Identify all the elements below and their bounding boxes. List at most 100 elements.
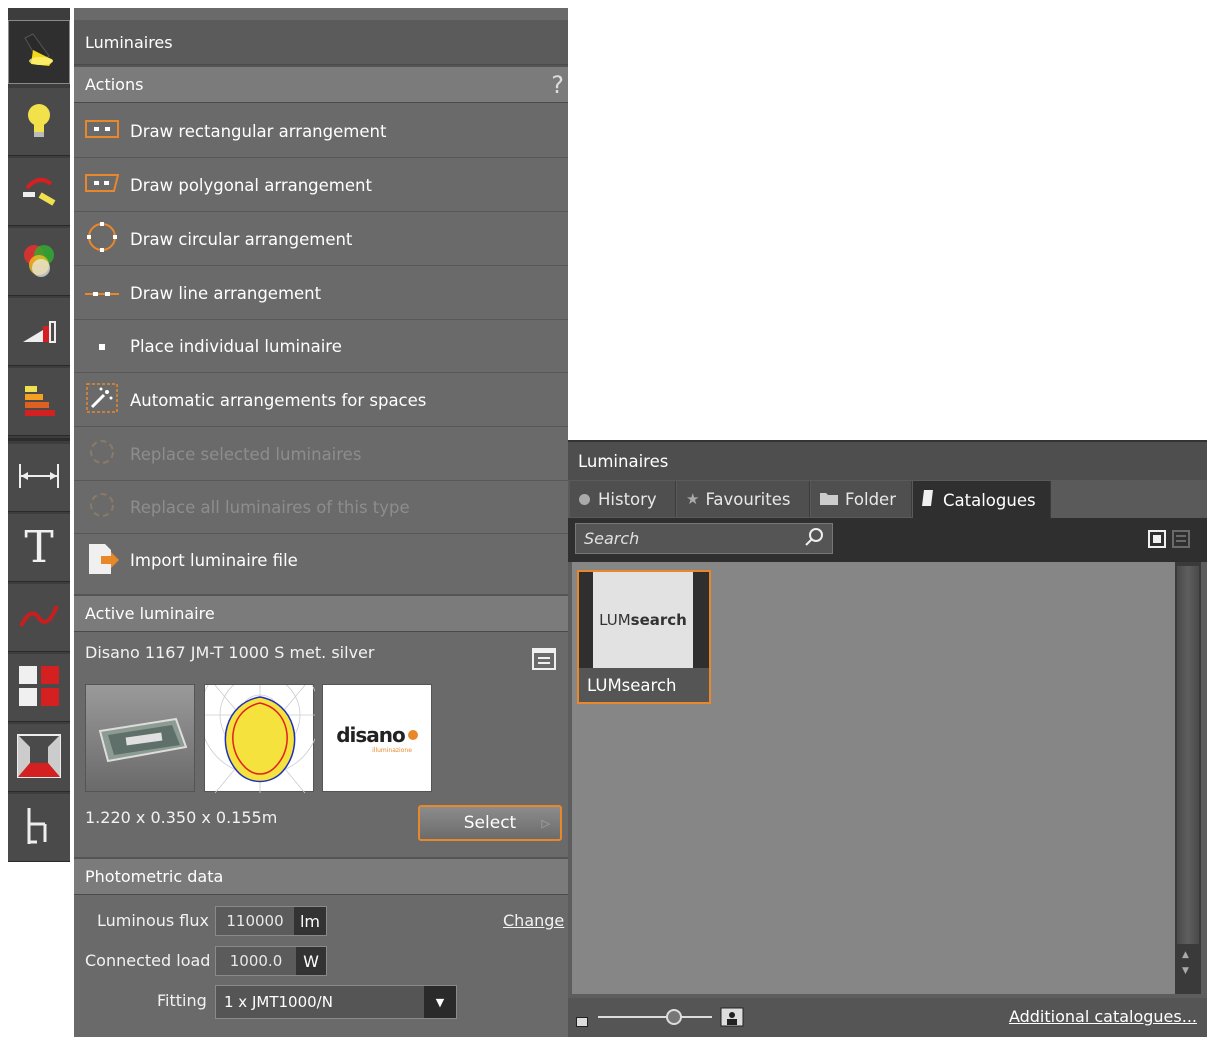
help-icon[interactable]: ? [551,71,568,99]
logo-subtext: illuminazione [372,746,412,754]
calculation-icon [19,310,59,354]
logo-text: disano [336,722,406,747]
energy-tool-button[interactable] [8,368,70,436]
dimension-icon [16,456,62,500]
manufacturer-logo[interactable]: disano illuminazione [322,684,432,792]
action-label: Draw circular arrangement [130,229,353,249]
grid-icon [17,664,61,712]
tab-history[interactable]: History [570,481,676,517]
tool-rail: T [8,8,70,862]
action-label: Automatic arrangements for spaces [130,390,427,410]
datasheet-icon[interactable] [530,648,558,676]
tab-label: Folder [845,489,896,509]
actions-header: Actions ? [74,65,568,103]
action-replace-selected[interactable]: Replace selected luminaires [74,428,568,481]
vertical-scrollbar[interactable]: ▲ ▼ [1175,562,1201,994]
room-tool-button[interactable] [8,724,70,792]
action-draw-rectangular[interactable]: Draw rectangular arrangement [74,105,568,158]
light-distribution-diagram[interactable] [199,654,321,794]
small-thumbnail-icon[interactable] [576,1012,588,1031]
text-tool-button[interactable]: T [8,514,70,582]
action-label: Draw line arrangement [130,283,322,303]
action-draw-polygonal[interactable]: Draw polygonal arrangement [74,159,568,212]
catalogue-item-label: LUMsearch [587,675,677,695]
fitting-dropdown[interactable]: 1 x JMT1000/N ▼ [215,985,457,1019]
catalogue-panel-title-text: Luminaires [578,451,669,471]
replace-icon [87,437,117,471]
active-luminaire-name: Disano 1167 JM-T 1000 S met. silver [85,643,375,662]
action-draw-circular[interactable]: Draw circular arrangement [74,213,568,266]
zoom-slider-handle[interactable] [666,1009,682,1025]
list-view-icon[interactable] [1172,530,1190,552]
curve-icon [17,596,61,640]
luminous-flux-label: Luminous flux [97,911,209,930]
light-scene-icon [19,170,59,214]
action-label: Draw rectangular arrangement [130,121,387,141]
luminaire-photo[interactable] [85,684,195,792]
tree-tool-button[interactable] [8,794,70,862]
logo-dot [407,729,418,740]
connected-load-unit: W [296,947,326,975]
catalogue-footer: Additional catalogues... [568,998,1207,1037]
catalogue-item-caption: LUMsearch [579,668,709,702]
scrollbar-thumb[interactable] [1177,566,1199,944]
color-icon [19,240,59,284]
connected-load-field[interactable]: 1000.0 W [215,946,327,976]
connected-load-label: Connected load [85,951,211,970]
history-icon [579,493,590,505]
additional-catalogues-link[interactable]: Additional catalogues... [1009,1007,1197,1026]
luminaire-spot-icon [19,30,59,74]
luminaires-panel: Luminaires Actions ? Draw rectangular ar… [74,8,568,1037]
color-tool-button[interactable] [8,228,70,296]
single-luminaire-icon [97,337,107,356]
scroll-down-icon[interactable]: ▼ [1182,966,1189,976]
zoom-slider-track[interactable] [598,1016,712,1018]
search-input[interactable]: Search [575,523,833,554]
action-draw-line[interactable]: Draw line arrangement [74,267,568,320]
calculation-tool-button[interactable] [8,298,70,366]
action-replace-all[interactable]: Replace all luminaires of this type [74,481,568,534]
catalogue-icon [922,490,933,510]
luminous-flux-field[interactable]: 110000 lm [215,906,327,936]
luminaires-tool-button[interactable] [8,20,70,84]
magic-wand-icon [86,383,118,417]
search-icon[interactable] [804,527,832,551]
select-button[interactable]: Select ▷ [418,805,562,841]
luminaire-dimensions: 1.220 x 0.350 x 0.155m [85,808,278,827]
active-luminaire-header-text: Active luminaire [85,604,215,623]
tab-label: Favourites [705,489,791,509]
text-icon: T [24,522,54,573]
action-label: Place individual luminaire [130,336,342,356]
tab-favourites[interactable]: ★ Favourites [677,481,810,517]
tab-catalogues[interactable]: Catalogues [913,481,1051,519]
replace-all-icon [87,490,117,524]
large-thumbnail-icon[interactable] [720,1007,744,1031]
tab-folder[interactable]: Folder [811,481,912,517]
catalogue-item-lumsearch[interactable]: LUM search LUMsearch [577,570,711,704]
change-link[interactable]: Change [503,911,564,930]
catalogue-panel: Luminaires History ★ Favourites Folder C… [568,440,1207,1037]
tab-label: History [598,489,657,509]
polygonal-arrangement-icon [85,173,120,197]
energy-icon [19,380,59,424]
panel-title-text: Luminaires [85,32,173,52]
scroll-up-icon[interactable]: ▲ [1182,950,1189,960]
photometric-header-text: Photometric data [85,867,224,886]
actions-header-text: Actions [85,75,144,94]
star-icon: ★ [686,490,700,508]
grid-tool-button[interactable] [8,654,70,722]
luminous-flux-value: 110000 [226,912,284,930]
panel-title: Luminaires [74,20,568,65]
grid-view-icon[interactable] [1148,530,1166,552]
active-luminaire-header: Active luminaire [74,594,568,632]
light-bulb-icon [21,100,57,144]
photometric-header: Photometric data [74,857,568,895]
action-import-file[interactable]: Import luminaire file [74,534,568,587]
light-bulb-tool-button[interactable] [8,88,70,156]
action-place-individual[interactable]: Place individual luminaire [74,320,568,373]
light-scene-tool-button[interactable] [8,158,70,226]
action-automatic-arrangements[interactable]: Automatic arrangements for spaces [74,374,568,427]
curve-tool-button[interactable] [8,584,70,652]
circular-arrangement-icon [85,220,119,258]
dimension-tool-button[interactable] [8,444,70,512]
